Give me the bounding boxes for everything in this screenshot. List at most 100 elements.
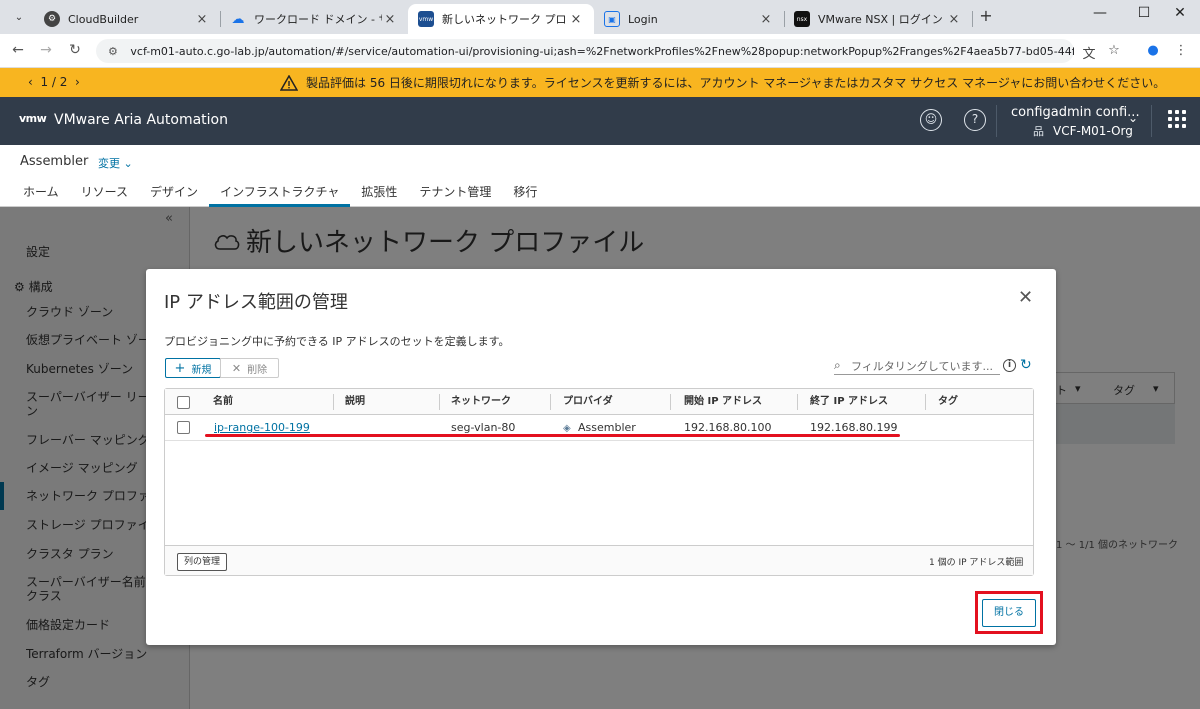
banner-page-count: 1 / 2	[40, 75, 68, 89]
range-end-ip: 192.168.80.199	[810, 421, 898, 434]
ip-range-modal: IP アドレス範囲の管理 ✕ プロビジョニング中に予約できる IP アドレスのセ…	[146, 269, 1056, 645]
plus-icon: +	[174, 360, 186, 376]
help-icon[interactable]: ?	[964, 109, 986, 131]
range-provider-label: Assembler	[578, 421, 636, 434]
column-separator	[333, 394, 334, 410]
evaluation-banner: ‹ 1 / 2 › 製品評価は 56 日後に期限切れになります。ライセンスを更新…	[0, 68, 1200, 97]
close-button[interactable]: 閉じる	[982, 599, 1036, 627]
column-header-tags[interactable]: タグ	[938, 389, 958, 415]
url-bar[interactable]: ⚙ vcf-m01-auto.c.go-lab.jp/automation/#/…	[96, 39, 1074, 63]
forward-button[interactable]: →	[37, 42, 55, 60]
tab-migration[interactable]: 移行	[502, 183, 548, 207]
feedback-smiley-icon[interactable]: ☺	[920, 109, 942, 131]
user-org[interactable]: 品 VCF-M01-Org	[1033, 123, 1133, 139]
app-title: VMware Aria Automation	[54, 112, 228, 128]
column-separator	[550, 394, 551, 410]
close-button-highlight: 閉じる	[975, 591, 1043, 634]
delete-range-button[interactable]: ✕ 削除	[220, 358, 279, 378]
browser-tab-workload-domain[interactable]: ☁ ワークロード ドメイン - サマリ ×	[220, 4, 408, 34]
translate-icon[interactable]: 文	[1080, 43, 1098, 62]
browser-tab-login[interactable]: ▣ Login ×	[594, 4, 784, 34]
tab-design[interactable]: デザイン	[139, 183, 209, 207]
close-icon[interactable]: ×	[194, 12, 210, 27]
search-icon: ⌕	[834, 358, 841, 372]
datagrid-header: 名前 説明 ネットワーク プロバイダ 開始 IP アドレス 終了 IP アドレス…	[165, 389, 1033, 415]
new-tab-button[interactable]: +	[976, 6, 996, 26]
chevron-down-icon[interactable]: ⌄	[1128, 111, 1138, 125]
filter-placeholder: フィルタリングしています...	[851, 359, 993, 373]
column-header-name[interactable]: 名前	[213, 389, 233, 415]
column-header-network[interactable]: ネットワーク	[451, 389, 511, 415]
assembler-icon: ◈	[563, 423, 571, 434]
range-count: 1 個の IP アドレス範囲	[929, 558, 1024, 568]
tab-label: CloudBuilder	[68, 12, 139, 26]
info-icon[interactable]: i	[1003, 359, 1016, 372]
select-all-checkbox[interactable]	[177, 396, 190, 409]
browser-tab-network-profile[interactable]: vmw 新しいネットワーク プロファイル - Ass ×	[408, 4, 594, 34]
ip-range-datagrid: 名前 説明 ネットワーク プロバイダ 開始 IP アドレス 終了 IP アドレス…	[164, 388, 1034, 576]
range-name-link[interactable]: ip-range-100-199	[214, 415, 310, 441]
column-header-start-ip[interactable]: 開始 IP アドレス	[684, 389, 762, 415]
browser-tab-cloudbuilder[interactable]: ⚙ CloudBuilder ×	[34, 4, 220, 34]
warning-icon	[280, 74, 298, 91]
browser-menu-icon[interactable]: ⋮	[1172, 43, 1190, 61]
refresh-icon[interactable]: ↻	[1020, 357, 1032, 373]
tab-tenant-management[interactable]: テナント管理	[408, 183, 502, 207]
close-icon[interactable]: ×	[758, 12, 774, 27]
cloud-icon: ☁	[231, 11, 245, 27]
close-icon: ✕	[231, 361, 242, 375]
banner-pager: ‹ 1 / 2 ›	[28, 75, 80, 89]
cloudbuilder-icon: ⚙	[44, 11, 60, 27]
profile-avatar-icon[interactable]: ●	[1144, 43, 1162, 61]
header-divider	[996, 105, 997, 137]
app-switcher-grid-icon[interactable]	[1168, 110, 1186, 128]
column-header-description[interactable]: 説明	[345, 389, 365, 415]
manage-columns-button[interactable]: 列の管理	[177, 553, 227, 571]
tab-label: VMware NSX | ログイン	[818, 13, 943, 26]
filter-input[interactable]: ⌕ フィルタリングしています...	[834, 357, 1000, 375]
table-row[interactable]: ip-range-100-199 seg-vlan-80 ◈ Assembler …	[165, 415, 1033, 441]
chevron-right-icon[interactable]: ›	[75, 75, 80, 89]
tab-label: Login	[628, 12, 658, 26]
tab-infrastructure[interactable]: インフラストラクチャ	[209, 183, 351, 207]
tab-resources[interactable]: リソース	[70, 183, 139, 207]
organization-icon: 品	[1033, 125, 1044, 138]
bookmark-star-icon[interactable]: ☆	[1105, 43, 1123, 61]
minimize-button[interactable]: —	[1080, 5, 1120, 27]
browser-address-bar: ← → ↻ ⚙ vcf-m01-auto.c.go-lab.jp/automat…	[0, 34, 1200, 68]
chevron-down-icon: ⌄	[123, 157, 133, 170]
user-name[interactable]: configadmin confi...	[1011, 105, 1140, 120]
column-header-provider[interactable]: プロバイダ	[563, 389, 613, 415]
close-icon[interactable]: ×	[382, 12, 398, 27]
row-checkbox[interactable]	[177, 421, 190, 434]
reload-button[interactable]: ↻	[66, 42, 84, 60]
maximize-button[interactable]: ☐	[1124, 5, 1164, 27]
url-text: vcf-m01-auto.c.go-lab.jp/automation/#/se…	[130, 44, 1074, 58]
new-range-button[interactable]: + 新規	[165, 358, 221, 378]
close-icon[interactable]: ✕	[1018, 287, 1033, 308]
vmw-icon: vmw	[418, 11, 434, 27]
back-button[interactable]: ←	[9, 42, 27, 60]
header-divider	[1151, 105, 1152, 137]
nsx-icon: nsx	[794, 11, 810, 27]
column-header-end-ip[interactable]: 終了 IP アドレス	[810, 389, 888, 415]
browser-tab-bar: ⌄ ⚙ CloudBuilder × ☁ ワークロード ドメイン - サマリ ×…	[0, 0, 1200, 34]
close-icon[interactable]: ×	[568, 12, 584, 27]
column-separator	[925, 394, 926, 410]
close-icon[interactable]: ×	[946, 12, 962, 27]
service-change-link[interactable]: 変更 ⌄	[98, 155, 133, 171]
window-close-button[interactable]: ✕	[1160, 5, 1200, 27]
modal-title: IP アドレス範囲の管理	[164, 292, 348, 313]
modal-description: プロビジョニング中に予約できる IP アドレスのセットを定義します。	[164, 335, 510, 348]
browser-tab-nsx[interactable]: nsx VMware NSX | ログイン ×	[784, 4, 972, 34]
delete-button-label: 削除	[247, 364, 268, 376]
site-settings-icon[interactable]: ⚙	[108, 45, 120, 58]
new-button-label: 新規	[191, 364, 212, 376]
range-provider: ◈ Assembler	[563, 415, 636, 441]
tab-extensibility[interactable]: 拡張性	[350, 183, 408, 207]
tab-search-dropdown-icon[interactable]: ⌄	[8, 7, 30, 27]
column-separator	[439, 394, 440, 410]
chevron-left-icon[interactable]: ‹	[28, 75, 33, 89]
tab-label: ワークロード ドメイン - サマリ	[254, 13, 382, 26]
tab-home[interactable]: ホーム	[12, 183, 70, 207]
